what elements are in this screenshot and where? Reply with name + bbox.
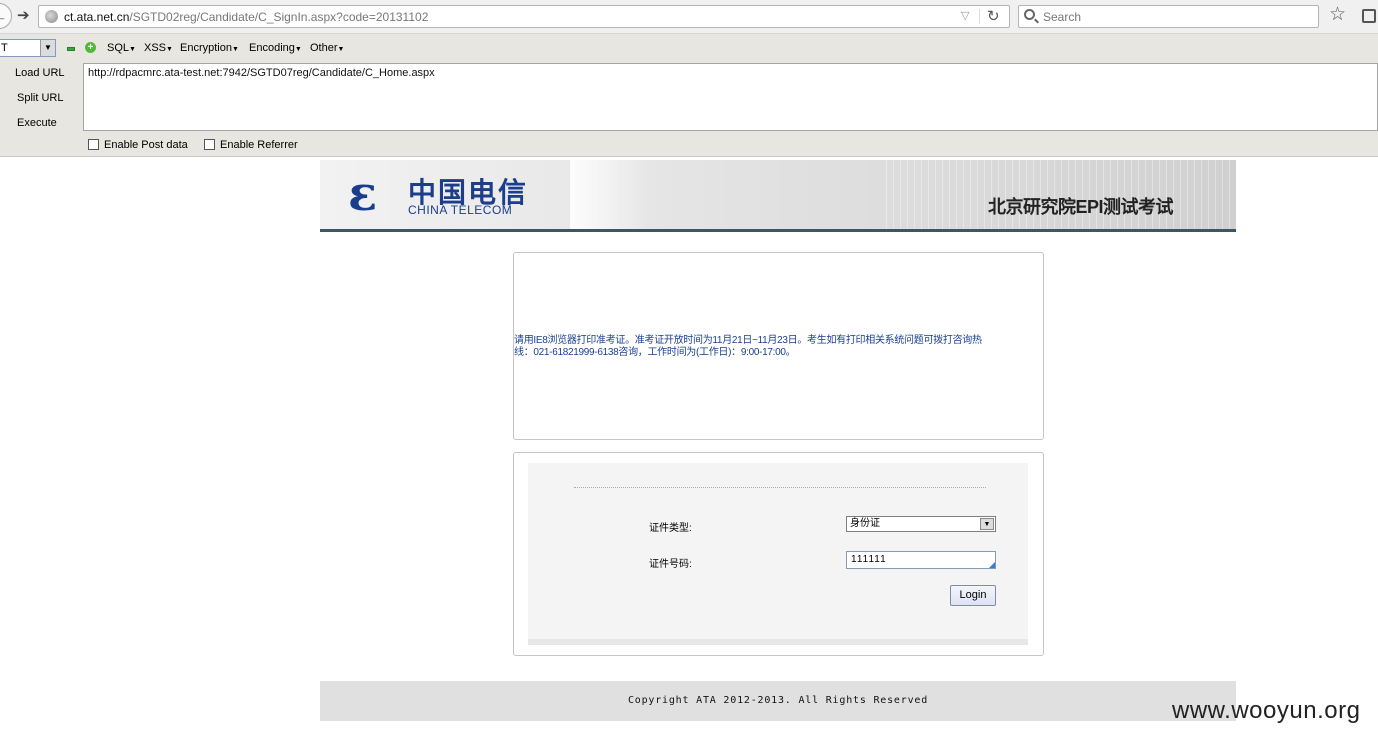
browser-navbar: ← ➔ ct.ata.net.cn/SGTD02reg/Candidate/C_…: [0, 0, 1378, 34]
id-number-label: 证件号码:: [649, 559, 692, 570]
url-history-dropdown-icon[interactable]: ▽: [961, 9, 969, 22]
menu-encoding[interactable]: Encoding▼: [249, 42, 302, 54]
library-icon[interactable]: [1362, 9, 1376, 23]
search-bar[interactable]: Search: [1018, 5, 1319, 28]
increase-icon[interactable]: +: [85, 42, 96, 53]
caret-icon: ▼: [231, 46, 239, 53]
china-telecom-logo-icon: ε: [348, 166, 378, 222]
page-banner: ε 中国电信 CHINA TELECOM 北京研究院EPI测试考试: [320, 160, 1236, 232]
load-url-button[interactable]: Load URL: [15, 67, 65, 79]
url-divider: [979, 9, 980, 24]
split-url-button[interactable]: Split URL: [17, 92, 63, 104]
chevron-down-icon: ▼: [980, 518, 994, 530]
arrow-left-icon: ←: [0, 8, 7, 24]
enable-referrer-checkbox[interactable]: Enable Referrer: [204, 139, 298, 151]
execute-button[interactable]: Execute: [17, 117, 57, 129]
caret-icon: ▼: [129, 46, 136, 53]
menu-encryption[interactable]: Encryption▼: [180, 42, 239, 54]
caret-icon: ▼: [337, 46, 345, 53]
hackbar-url-textarea[interactable]: http://rdpacmrc.ata-test.net:7942/SGTD07…: [83, 63, 1378, 131]
id-type-select[interactable]: 身份证 ▼: [846, 516, 996, 532]
watermark-text: www.wooyun.org: [1172, 697, 1361, 724]
checkbox-icon: [204, 139, 215, 150]
address-bar[interactable]: ct.ata.net.cn/SGTD02reg/Candidate/C_Sign…: [38, 5, 1010, 28]
reload-icon[interactable]: ↻: [987, 7, 1000, 25]
menu-sql[interactable]: SQL▼: [107, 42, 136, 54]
login-form: 证件类型: 身份证 ▼ 证件号码: 111111 Login: [528, 463, 1028, 645]
notice-text: 请用IE8浏览器打印准考证。准考证开放时间为11月21日~11月23日。考生如有…: [514, 335, 982, 358]
login-button[interactable]: Login: [950, 585, 996, 606]
caret-icon: ▼: [166, 46, 173, 53]
id-type-label: 证件类型:: [649, 523, 692, 534]
copyright-text: Copyright ATA 2012-2013. All Rights Rese…: [627, 695, 929, 706]
chevron-down-icon: ▼: [40, 40, 55, 56]
address-text: ct.ata.net.cn/SGTD02reg/Candidate/C_Sign…: [64, 10, 429, 24]
forward-button[interactable]: ➔: [17, 8, 30, 24]
login-panel: 证件类型: 身份证 ▼ 证件号码: 111111 Login: [513, 452, 1044, 656]
page-footer: Copyright ATA 2012-2013. All Rights Rese…: [320, 681, 1236, 721]
globe-icon: [45, 10, 58, 23]
hackbar-select[interactable]: T ▼: [0, 39, 56, 57]
hackbar-toolbar: T ▼ + SQL▼ XSS▼ Encryption▼ Encoding▼ Ot…: [0, 34, 1378, 157]
arrow-right-icon: ➔: [17, 7, 30, 24]
bookmark-star-icon[interactable]: ☆: [1329, 5, 1346, 25]
enable-post-checkbox[interactable]: Enable Post data: [88, 139, 188, 151]
checkbox-icon: [88, 139, 99, 150]
search-placeholder: Search: [1043, 10, 1082, 24]
menu-other[interactable]: Other▼: [310, 42, 344, 54]
id-number-input[interactable]: 111111: [846, 551, 996, 569]
decrease-icon[interactable]: [67, 47, 75, 51]
notice-panel: 请用IE8浏览器打印准考证。准考证开放时间为11月21日~11月23日。考生如有…: [513, 252, 1044, 440]
logo-english-text: CHINA TELECOM: [408, 203, 513, 217]
back-button[interactable]: ←: [0, 3, 12, 29]
menu-xss[interactable]: XSS▼: [144, 42, 173, 54]
caret-icon: ▼: [294, 46, 302, 53]
search-icon: [1024, 9, 1035, 20]
banner-highlight: [570, 160, 650, 229]
dotted-divider: [574, 487, 986, 488]
exam-title: 北京研究院EPI测试考试: [988, 197, 1174, 217]
